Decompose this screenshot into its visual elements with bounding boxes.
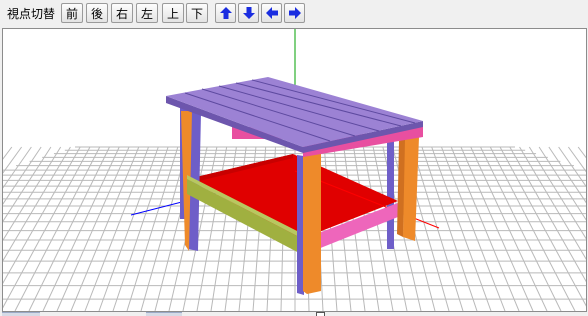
view-top-button[interactable]: 上 (162, 3, 184, 23)
3d-viewport[interactable] (2, 28, 587, 312)
view-left-button[interactable]: 左 (136, 3, 158, 23)
rotate-right-button[interactable] (284, 3, 305, 23)
status-segment (2, 312, 40, 316)
toolbar: 視点切替 前 後 右 左 上 下 (0, 0, 588, 28)
back-right-leg (387, 129, 394, 249)
view-front-button[interactable]: 前 (61, 3, 83, 23)
status-checkbox[interactable] (316, 312, 325, 316)
3d-scene[interactable] (3, 29, 586, 311)
rotate-up-button[interactable] (215, 3, 236, 23)
front-corner-leg (303, 153, 321, 294)
rotate-left-button[interactable] (261, 3, 282, 23)
view-bottom-button[interactable]: 下 (186, 3, 208, 23)
front-corner-leg-side (297, 155, 304, 295)
status-strip (0, 312, 588, 316)
view-right-button[interactable]: 右 (111, 3, 133, 23)
arrow-up-icon (219, 7, 232, 19)
right-leg (403, 137, 419, 241)
status-segment (146, 312, 182, 316)
arrow-right-icon (288, 7, 301, 19)
view-back-button[interactable]: 後 (86, 3, 108, 23)
view-switch-label: 視点切替 (7, 7, 56, 21)
rotate-down-button[interactable] (238, 3, 259, 23)
arrow-left-icon (265, 7, 278, 19)
arrow-down-icon (242, 7, 255, 19)
